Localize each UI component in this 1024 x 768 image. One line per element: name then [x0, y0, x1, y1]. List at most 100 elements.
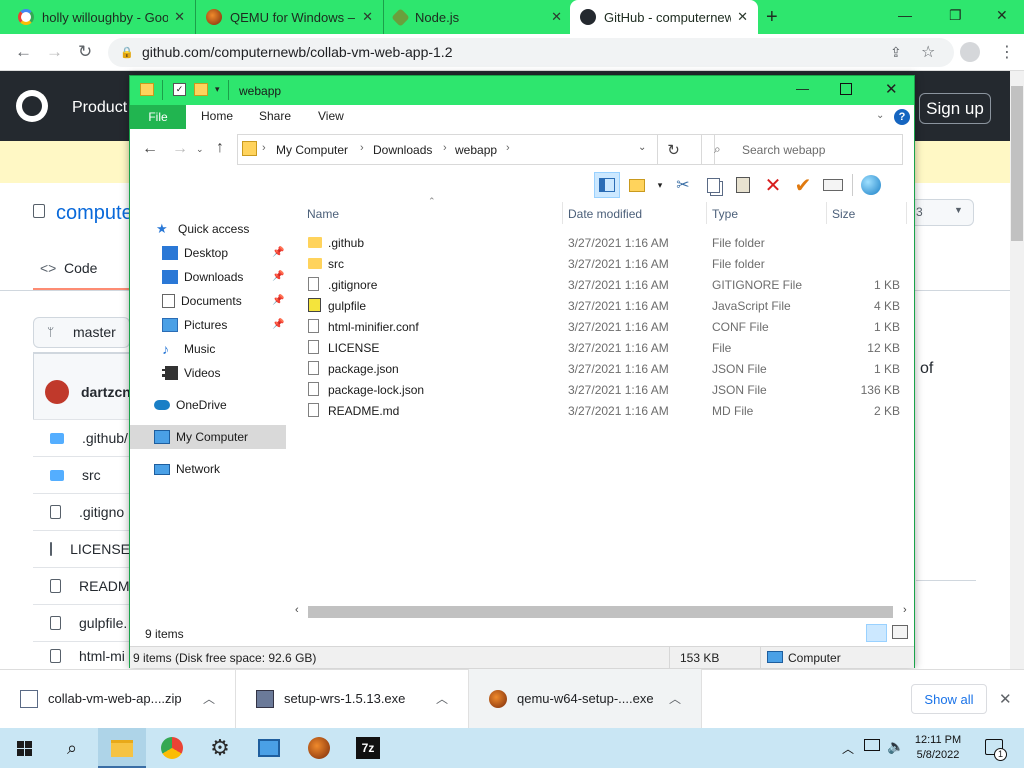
maximize-icon[interactable]: ❐	[949, 7, 962, 24]
help-icon[interactable]: ?	[894, 109, 910, 125]
qemu-taskbar-icon[interactable]	[295, 728, 343, 768]
close-tab-icon[interactable]: ✕	[174, 9, 185, 25]
list-item[interactable]: src	[33, 456, 130, 493]
chevron-up-icon[interactable]: ︿	[436, 690, 448, 707]
breadcrumb-webapp[interactable]: webapp	[455, 143, 497, 157]
table-row[interactable]: package-lock.json 3/27/2021 1:16 AM JSON…	[302, 379, 914, 400]
download-item[interactable]: setup-wrs-1.5.13.exe ︿	[236, 669, 469, 728]
preview-pane-icon[interactable]	[594, 172, 620, 198]
breadcrumb-my-computer[interactable]: My Computer	[276, 143, 348, 157]
url-text[interactable]: github.com/computernewb/collab-vm-web-ap…	[142, 44, 452, 60]
column-divider[interactable]	[826, 202, 827, 224]
list-item[interactable]: .github/	[33, 419, 130, 456]
tab-view[interactable]: View	[318, 109, 344, 123]
customize-chevron-icon[interactable]: ▾	[215, 84, 220, 95]
pin-icon[interactable]: 📌	[272, 295, 284, 306]
share-icon[interactable]: ⇪	[890, 44, 902, 61]
close-tab-icon[interactable]: ✕	[551, 9, 562, 25]
nav-quick-access[interactable]: ★ Quick access	[130, 217, 288, 241]
properties-icon[interactable]: ✓	[173, 83, 186, 96]
address-history-chevron-icon[interactable]: ⌄	[638, 142, 646, 153]
avatar[interactable]	[45, 380, 69, 404]
chevron-right-icon[interactable]: ›	[262, 142, 266, 154]
minimize-icon[interactable]: —	[898, 7, 912, 23]
chevron-right-icon[interactable]: ›	[443, 142, 447, 154]
code-tab[interactable]: Code	[64, 260, 97, 276]
nav-desktop[interactable]: Desktop 📌	[130, 241, 288, 265]
cut-icon[interactable]: ✂	[670, 172, 696, 198]
table-row[interactable]: .github 3/27/2021 1:16 AM File folder	[302, 232, 914, 253]
scroll-left-icon[interactable]: ‹	[295, 604, 299, 616]
forward-icon[interactable]: →	[46, 42, 63, 62]
copy-icon[interactable]	[700, 172, 726, 198]
back-icon[interactable]: ←	[142, 140, 158, 158]
browser-tab[interactable]: holly willoughby - Goo ✕	[8, 0, 196, 34]
list-item[interactable]: html-mi	[33, 641, 130, 669]
tab-share[interactable]: Share	[259, 109, 291, 123]
column-date[interactable]: Date modified	[568, 207, 642, 221]
refresh-icon[interactable]: ↻	[657, 134, 689, 165]
maximize-icon[interactable]	[840, 83, 852, 95]
scrollbar-thumb[interactable]	[308, 606, 893, 618]
chevron-down-icon[interactable]: ▼	[954, 205, 963, 215]
tray-chevron-up-icon[interactable]: ︿	[842, 740, 854, 757]
column-type[interactable]: Type	[712, 207, 738, 221]
pin-icon[interactable]: 📌	[272, 319, 284, 330]
column-divider[interactable]	[562, 202, 563, 224]
list-item[interactable]: gulpfile.	[33, 604, 130, 641]
close-tab-icon[interactable]: ✕	[362, 9, 373, 25]
browser-tab[interactable]: QEMU for Windows – I ✕	[196, 0, 384, 34]
properties-icon[interactable]	[820, 172, 846, 198]
bookmark-star-icon[interactable]: ☆	[921, 42, 935, 62]
new-item-chevron-icon[interactable]: ▾	[654, 172, 666, 198]
tab-home[interactable]: Home	[201, 109, 233, 123]
chevron-up-icon[interactable]: ︿	[203, 690, 215, 707]
settings-gear-icon[interactable]: ⚙	[196, 728, 244, 768]
back-icon[interactable]: ←	[15, 42, 32, 62]
delete-icon[interactable]: ✕	[760, 172, 786, 198]
sign-up-button[interactable]: Sign up	[919, 93, 991, 124]
large-icons-view-icon[interactable]	[892, 625, 908, 639]
table-row[interactable]: .gitignore 3/27/2021 1:16 AM GITIGNORE F…	[302, 274, 914, 295]
close-download-shelf-icon[interactable]: ✕	[999, 690, 1012, 708]
pin-icon[interactable]: 📌	[272, 247, 284, 258]
table-row[interactable]: LICENSE 3/27/2021 1:16 AM File 12 KB	[302, 337, 914, 358]
repo-owner-link[interactable]: compute	[56, 202, 133, 225]
scrollbar-thumb[interactable]	[1011, 86, 1023, 241]
show-all-button[interactable]: Show all	[911, 684, 987, 714]
column-name[interactable]: Name	[307, 207, 339, 221]
browser-tab-active[interactable]: GitHub - computernew ✕	[570, 0, 758, 34]
pin-icon[interactable]: 📌	[272, 271, 284, 282]
profile-avatar-icon[interactable]	[960, 42, 980, 62]
list-item[interactable]: READM	[33, 567, 130, 604]
download-item[interactable]: qemu-w64-setup-....exe ︿	[469, 669, 702, 728]
chevron-right-icon[interactable]: ›	[360, 142, 364, 154]
nav-my-computer[interactable]: My Computer	[130, 425, 286, 449]
column-divider[interactable]	[706, 202, 707, 224]
rename-check-icon[interactable]: ✔	[790, 172, 816, 198]
reload-icon[interactable]: ↻	[78, 42, 92, 62]
table-row[interactable]: html-minifier.conf 3/27/2021 1:16 AM CON…	[302, 316, 914, 337]
chevron-up-icon[interactable]: ︿	[669, 690, 681, 707]
nav-music[interactable]: ♪ Music	[130, 337, 288, 361]
column-size[interactable]: Size	[832, 207, 855, 221]
nav-pictures[interactable]: Pictures 📌	[130, 313, 288, 337]
list-item[interactable]: .gitigno	[33, 493, 130, 530]
nav-onedrive[interactable]: OneDrive	[130, 393, 288, 417]
commit-author[interactable]: dartzcn	[81, 384, 131, 400]
search-input[interactable]: ⌕ Search webapp	[701, 134, 903, 165]
recent-locations-icon[interactable]: ⌄	[196, 144, 204, 155]
details-view-icon[interactable]	[866, 624, 887, 642]
expand-ribbon-icon[interactable]: ⌄	[876, 110, 884, 121]
scroll-right-icon[interactable]: ›	[903, 604, 907, 616]
clock[interactable]: 12:11 PM 5/8/2022	[900, 733, 976, 763]
table-row[interactable]: gulpfile 3/27/2021 1:16 AM JavaScript Fi…	[302, 295, 914, 316]
paste-icon[interactable]	[730, 172, 756, 198]
new-tab-icon[interactable]: +	[766, 6, 778, 29]
search-icon[interactable]: ⌕	[48, 728, 96, 768]
chevron-right-icon[interactable]: ›	[506, 142, 510, 154]
minimize-icon[interactable]: —	[796, 81, 809, 96]
list-item[interactable]: LICENSE	[33, 530, 130, 567]
7zip-taskbar-icon[interactable]: 7z	[344, 728, 392, 768]
close-tab-icon[interactable]: ✕	[737, 9, 748, 25]
